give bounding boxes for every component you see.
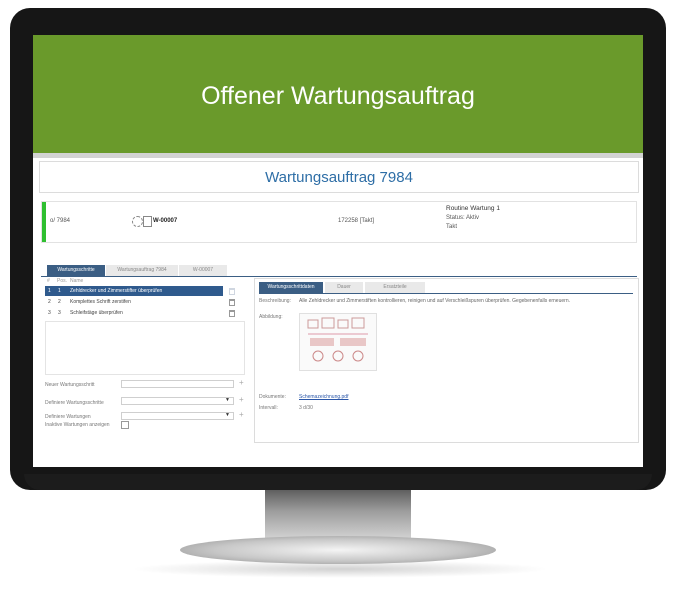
steps-panel: # Pos. Name 1 1 Zehldrecker und Zimmerst… [41,275,248,441]
steps-list-area [45,321,245,375]
row-num: 3 [48,310,51,316]
order-ref: o/ 7984 [50,218,71,224]
trash-icon[interactable] [229,299,235,306]
row-pos: 3 [58,310,61,316]
step-detail-panel: Wartungsschrittdaten Dauer Ersatzteile B… [254,278,639,443]
document-link[interactable]: Schemazeichnung.pdf [299,394,348,400]
routine-type: Takt [446,224,458,230]
add-wartung-button[interactable]: + [239,410,244,419]
order-info-row: o/ 7984 W-00007 172258 [Takt] Routine Wa… [41,201,637,243]
detail-tab-underline [259,293,633,294]
trash-icon[interactable] [229,310,235,317]
table-row[interactable]: 2 2 Komplettes Schrift zerstifen [45,297,223,307]
steps-select[interactable]: ▼ [121,397,234,405]
tab-spare-parts[interactable]: Ersatzteile [365,282,425,293]
row-num: 2 [48,299,51,305]
tab-step-data[interactable]: Wartungsschrittdaten [259,282,323,293]
tab-duration[interactable]: Dauer [325,282,363,293]
row-num: 1 [48,288,51,294]
trash-icon[interactable] [229,288,235,295]
col-num-header: # [47,278,50,284]
monitor-stand-base [180,536,496,564]
row-name: Schleifstäge überprüfen [70,310,123,316]
row-pos: 1 [58,288,61,294]
chevron-down-icon: ▼ [225,412,230,418]
set-steps-label: Definiere Wartungsschritte [45,400,104,406]
interval-value: 3 d/30 [299,405,313,411]
schematic-drawing [307,317,368,362]
document-icon [143,216,152,227]
new-step-label: Neuer Wartungsschritt [45,382,95,388]
wartungen-select[interactable]: ▼ [121,412,234,420]
documents-label: Dokumente: [259,394,286,400]
col-pos-header: Pos. [57,278,68,284]
gear-icon [132,216,143,227]
chevron-down-icon: ▼ [225,397,230,403]
col-name-header: Name [70,278,84,284]
add-step-button[interactable]: + [239,378,244,387]
page-title: Wartungsauftrag 7984 [265,169,413,186]
status-accent [42,202,46,242]
maintenance-code[interactable]: W-00007 [153,218,177,224]
inactive-checkbox[interactable] [121,421,129,429]
banner: Offener Wartungsauftrag [33,35,643,153]
table-row[interactable]: 3 3 Schleifstäge überprüfen [45,308,223,318]
table-row[interactable]: 1 1 Zehldrecker und Zimmerstifter überpr… [45,286,223,296]
row-pos: 2 [58,299,61,305]
banner-title: Offener Wartungsauftrag [201,82,475,110]
image-label: Abbildung: [259,314,283,320]
interval-label: Intervall: [259,405,278,411]
description-text: Alle Zehldrecker und Zimmerstiften kontr… [299,298,570,304]
row-name: Zehldrecker und Zimmerstifter überprüfen [70,288,163,294]
schematic-image[interactable] [299,313,377,371]
monitor-screen: Offener Wartungsauftrag Wartungsauftrag … [33,35,643,467]
description-label: Beschreibung: [259,298,291,304]
set-wartungen-label: Definiere Wartungen [45,414,91,420]
monitor-stand-neck [265,490,411,542]
routine-status: Status: Aktiv [446,215,480,221]
inactive-label: Inaktive Wartungen anzeigen [45,422,110,428]
divider [33,153,643,158]
row-name: Komplettes Schrift zerstifen [70,299,131,305]
routine-title: Routine Wartung 1 [446,205,500,212]
new-step-input[interactable] [121,380,234,388]
add-steps-button[interactable]: + [239,395,244,404]
asset-ref: 172258 [Takt] [338,218,375,224]
monitor-chin [24,474,652,490]
title-box: Wartungsauftrag 7984 [39,161,639,193]
